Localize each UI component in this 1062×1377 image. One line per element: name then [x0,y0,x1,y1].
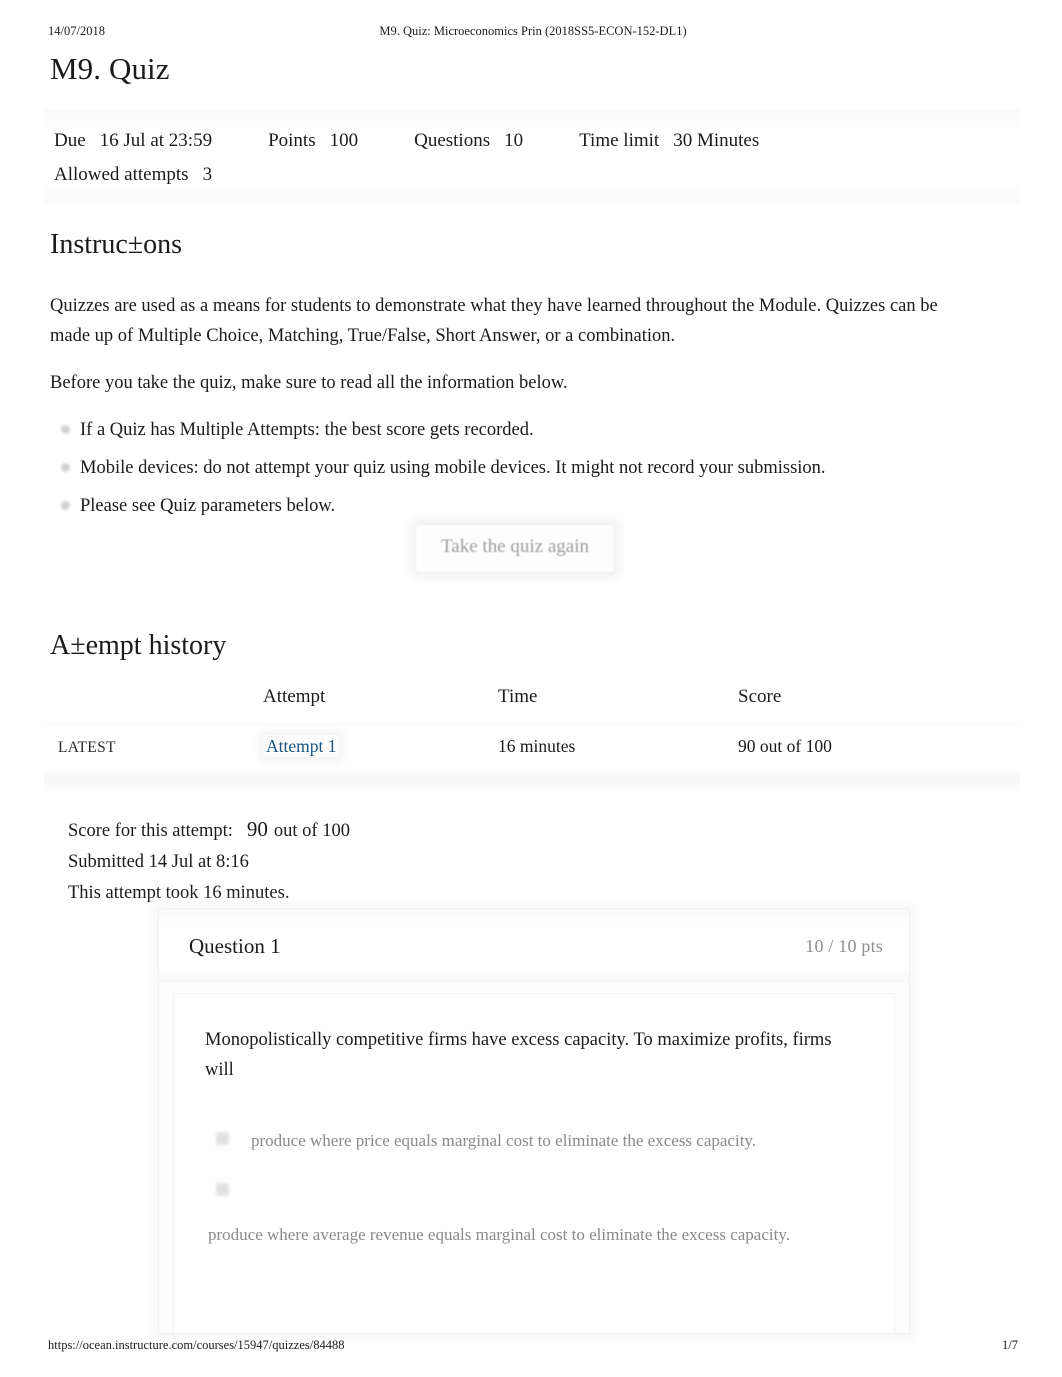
attempt-history-table: Attempt Time Score LATEST Attempt 1 16 m… [44,686,1020,773]
due-label: Due [54,130,86,151]
list-item: If a Quiz has Multiple Attempts: the bes… [61,416,950,446]
list-item: Please see Quiz parameters below. [61,492,950,522]
instructions-bullet-list: If a Quiz has Multiple Attempts: the bes… [50,416,950,522]
allowed-attempts-value: 3 [202,164,213,186]
score-for-attempt-label: Score for this attempt: [68,821,233,841]
list-item: Mobile devices: do not attempt your quiz… [61,454,950,484]
score-for-attempt-suffix: out of 100 [273,821,350,841]
radio-button-icon[interactable] [216,1131,229,1145]
print-header: 14/07/2018 M9. Quiz: Microeconomics Prin… [48,22,1018,40]
list-item-label: If a Quiz has Multiple Attempts: the bes… [80,419,534,440]
quiz-details-row-1: Due 16 Jul at 23:59 Points 100 Questions… [44,126,1020,155]
score-for-attempt-line: Score for this attempt: 90 out of 100 [68,812,350,847]
score-for-attempt-value: 90 [246,817,268,841]
score-summary: Score for this attempt: 90 out of 100 Subm… [68,812,350,908]
attempt-link[interactable]: Attempt 1 [263,735,340,757]
column-header-attempt: Attempt [263,686,326,707]
quiz-details-row-2: Allowed attempts 3 [44,160,1020,189]
answer-option[interactable]: produce where average revenue equals mar… [174,1183,894,1248]
answer-options-list: produce where price equals marginal cost… [174,1128,894,1248]
instructions-body: Quizzes are used as a means for students… [50,292,950,530]
attempt-history-heading: A±empt history [50,630,227,661]
question-label: Question 1 [189,933,281,958]
print-document-title: M9. Quiz: Microeconomics Prin (2018SS5-E… [379,23,687,38]
list-item-label: Mobile devices: do not attempt your quiz… [80,457,826,478]
question-body: Monopolistically competitive firms have … [173,993,895,1333]
column-header-score: Score [738,686,782,707]
instructions-heading: Instruc±ons [50,229,183,260]
footer-url: https://ocean.instructure.com/courses/15… [48,1338,345,1352]
answer-option-label: produce where price equals marginal cost… [251,1130,757,1150]
question-header: Question 1 10 / 10 pts [159,909,909,983]
attempt-history-table-footer-band [44,766,1020,792]
bullet-icon [61,462,70,472]
quiz-details-band: Due 16 Jul at 23:59 Points 100 Questions… [44,110,1020,203]
radio-button-icon[interactable] [216,1183,229,1197]
points-value: 100 [329,130,359,151]
column-header-kept [44,686,263,722]
allowed-attempts-label: Allowed attempts [54,164,189,186]
print-date: 14/07/2018 [48,23,105,38]
instructions-paragraph-2: Before you take the quiz, make sure to r… [50,372,568,393]
list-item-label: Please see Quiz parameters below. [80,495,336,516]
questions-label: Questions [414,130,491,151]
question-text: Monopolistically competitive firms have … [205,1030,832,1080]
due-value: 16 Jul at 23:59 [99,130,213,151]
questions-value: 10 [504,130,524,151]
answer-option[interactable]: produce where price equals marginal cost… [174,1128,894,1154]
submitted-line: Submitted 14 Jul at 8:16 [68,851,249,872]
time-limit-value: 30 Minutes [673,130,760,151]
answer-option-label: produce where average revenue equals mar… [208,1225,790,1245]
attempt-duration-line: This attempt took 16 minutes. [68,882,290,903]
latest-badge: LATEST [58,739,116,756]
retake-button-container: Take the quiz again [0,524,1030,573]
print-footer: https://ocean.instructure.com/courses/15… [48,1338,1018,1353]
question-points: 10 / 10 pts [805,935,883,956]
points-label: Points [268,130,316,151]
quiz-print-page: 14/07/2018 M9. Quiz: Microeconomics Prin… [0,0,1062,1377]
footer-page-number: 1/7 [1002,1338,1018,1352]
bullet-icon [61,424,70,434]
table-header-row: Attempt Time Score [44,686,1020,722]
time-limit-label: Time limit [579,130,660,151]
page-title: M9. Quiz [50,51,170,86]
question-card: Question 1 10 / 10 pts Monopolistically … [158,908,910,1334]
attempt-history-table-head: Attempt Time Score [44,686,1020,722]
bullet-icon [61,500,70,510]
take-quiz-again-button[interactable]: Take the quiz again [415,524,615,573]
instructions-paragraph-1: Quizzes are used as a means for students… [50,296,938,346]
column-header-time: Time [498,686,538,707]
